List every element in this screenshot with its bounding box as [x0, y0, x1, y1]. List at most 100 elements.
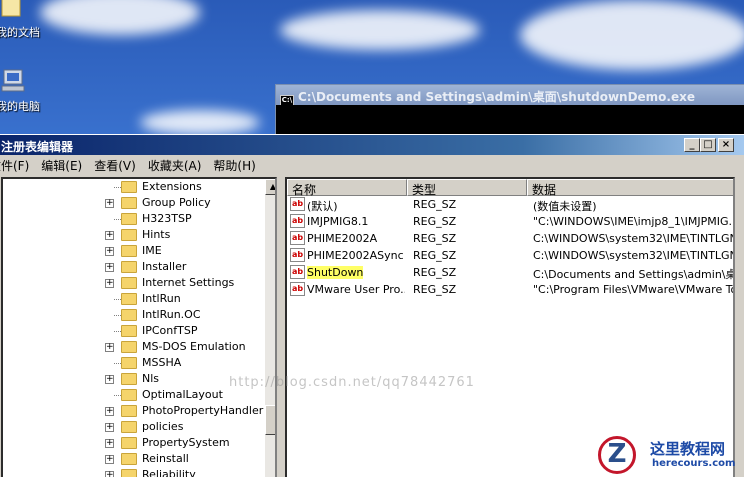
menu-file[interactable]: 文件(F) [0, 157, 29, 174]
value-type: REG_SZ [413, 266, 457, 279]
tree-item-label: IntlRun.OC [142, 308, 201, 321]
folder-icon [121, 373, 137, 385]
scroll-up-arrow-icon[interactable]: ▲ [265, 179, 275, 195]
folder-icon [121, 405, 137, 417]
value-row[interactable]: ab VMware User Pro... REG_SZ "C:\Program Fi… [287, 281, 735, 298]
tree-item-label: Nls [142, 372, 160, 385]
expand-plus-icon[interactable]: + [105, 279, 114, 288]
cloud [140, 110, 260, 135]
tree-scrollbar[interactable]: ▲ [265, 179, 275, 477]
column-header-name[interactable]: 名称 [287, 179, 407, 197]
value-data: "C:\Program Files\VMware\VMware Tools\ [533, 283, 735, 296]
minimize-button[interactable]: _ [684, 138, 700, 152]
string-value-icon: ab [290, 282, 305, 296]
menu-favorites[interactable]: 收藏夹(A) [148, 157, 202, 174]
expand-plus-icon[interactable]: + [105, 247, 114, 256]
folder-icon [121, 421, 137, 433]
desktop-icon-my-computer[interactable]: 我的电脑 [0, 68, 56, 114]
tree-item-label: Reliability [142, 468, 196, 477]
value-row[interactable]: ab PHIME2002A REG_SZ C:\WINDOWS\system32\IM… [287, 230, 733, 247]
string-value-icon: ab [290, 214, 305, 228]
tree-item[interactable]: + Reinstall [3, 451, 263, 467]
cloud [280, 10, 480, 50]
tree-item-label: PropertySystem [142, 436, 230, 449]
value-name-highlight: ShutDown [307, 266, 364, 279]
menu-bar: 文件(F) 编辑(E) 查看(V) 收藏夹(A) 帮助(H) [0, 155, 744, 174]
maximize-button[interactable]: □ [700, 138, 716, 152]
value-name: VMware User Pro... [307, 283, 405, 296]
folder-icon [121, 245, 137, 257]
expand-plus-icon[interactable]: + [105, 343, 114, 352]
column-header-data[interactable]: 数据 [527, 179, 733, 197]
close-button[interactable]: × [718, 138, 734, 152]
tree-item-label: Installer [142, 260, 187, 273]
tree-item[interactable]: + PropertySystem [3, 435, 263, 451]
menu-help[interactable]: 帮助(H) [213, 157, 255, 174]
value-row[interactable]: ab PHIME2002ASync REG_SZ C:\WINDOWS\system3… [287, 247, 733, 264]
tree-connector [114, 299, 121, 300]
desktop: 我的文档 我的电脑 C:\ C:\Documents and Settings\a… [0, 0, 744, 477]
menu-edit[interactable]: 编辑(E) [41, 157, 82, 174]
folder-icon [121, 197, 137, 209]
expand-plus-icon[interactable]: + [105, 423, 114, 432]
tree-item[interactable]: + Installer [3, 259, 263, 275]
tree-item[interactable]: + IME [3, 243, 263, 259]
console-icon: C:\ [280, 95, 294, 105]
expand-plus-icon[interactable]: + [105, 471, 114, 477]
folder-icon [121, 277, 137, 289]
folder-icon [121, 261, 137, 273]
expand-plus-icon[interactable]: + [105, 407, 114, 416]
cloud [40, 0, 200, 35]
regedit-window[interactable]: 注册表编辑器 _ □ × 文件(F)编辑(E)查看(V)收藏夹(A)帮助(H) … [0, 134, 744, 477]
registry-tree[interactable]: Extensions + Group Policy H323TSP + Hints + IME… [1, 177, 277, 477]
expand-plus-icon[interactable]: + [105, 231, 114, 240]
folder-icon [121, 325, 137, 337]
tree-item[interactable]: + Group Policy [3, 195, 263, 211]
tree-item[interactable]: MSSHA [3, 355, 263, 371]
tree-item[interactable]: IntlRun [3, 291, 263, 307]
tree-item[interactable]: + Hints [3, 227, 263, 243]
tree-item-label: IME [142, 244, 162, 257]
tree-item[interactable]: + MS-DOS Emulation [3, 339, 263, 355]
tree-item-label: PhotoPropertyHandler [142, 404, 264, 417]
expand-plus-icon[interactable]: + [105, 199, 114, 208]
value-name: (默认) [307, 200, 338, 213]
expand-plus-icon[interactable]: + [105, 375, 114, 384]
expand-plus-icon[interactable]: + [105, 439, 114, 448]
column-header-type[interactable]: 类型 [407, 179, 527, 197]
desktop-icon-label: 我的电脑 [0, 100, 40, 113]
tree-item[interactable]: + PhotoPropertyHandler [3, 403, 263, 419]
tree-item-label: H323TSP [142, 212, 192, 225]
tree-item[interactable]: IPConfTSP [3, 323, 263, 339]
tree-connector [114, 187, 121, 188]
regedit-title-bar[interactable]: 注册表编辑器 _ □ × [0, 135, 744, 155]
menu-view[interactable]: 查看(V) [94, 157, 136, 174]
tree-item-label: MS-DOS Emulation [142, 340, 246, 353]
tree-item[interactable]: H323TSP [3, 211, 263, 227]
tree-item[interactable]: + Reliability [3, 467, 263, 477]
tree-item[interactable]: + policies [3, 419, 263, 435]
scroll-thumb[interactable] [265, 405, 275, 435]
tree-item[interactable]: Extensions [3, 179, 263, 195]
value-row[interactable]: ab ShutDown REG_SZ C:\Documents and Setting… [287, 264, 733, 281]
value-name: PHIME2002ASync [307, 249, 404, 262]
tree-item[interactable]: + Internet Settings [3, 275, 263, 291]
expand-plus-icon[interactable]: + [105, 263, 114, 272]
tree-item-label: IPConfTSP [142, 324, 198, 337]
tree-item-label: OptimalLayout [142, 388, 223, 401]
expand-plus-icon[interactable]: + [105, 455, 114, 464]
tree-item-label: Hints [142, 228, 171, 241]
folder-icon [121, 229, 137, 241]
tree-item[interactable]: + Nls [3, 371, 263, 387]
value-row[interactable]: ab IMJPMIG8.1 REG_SZ "C:\WINDOWS\IME\imjp8_… [287, 213, 733, 230]
tree-connector [114, 315, 121, 316]
desktop-icon-label: 我的文档 [0, 26, 40, 39]
console-title-bar[interactable]: C:\ C:\Documents and Settings\admin\桌面\sh… [276, 85, 744, 105]
tree-item[interactable]: IntlRun.OC [3, 307, 263, 323]
desktop-icon-my-documents[interactable]: 我的文档 [0, 0, 56, 40]
tree-item-label: Extensions [142, 180, 202, 193]
tree-item[interactable]: OptimalLayout [3, 387, 263, 403]
tree-connector [114, 219, 121, 220]
value-row[interactable]: ab (默认) REG_SZ (数值未设置) [287, 196, 733, 213]
values-list[interactable]: 名称 类型 数据 ab (默认) REG_SZ (数值未设置) ab IMJPMIG8.1… [285, 177, 735, 477]
